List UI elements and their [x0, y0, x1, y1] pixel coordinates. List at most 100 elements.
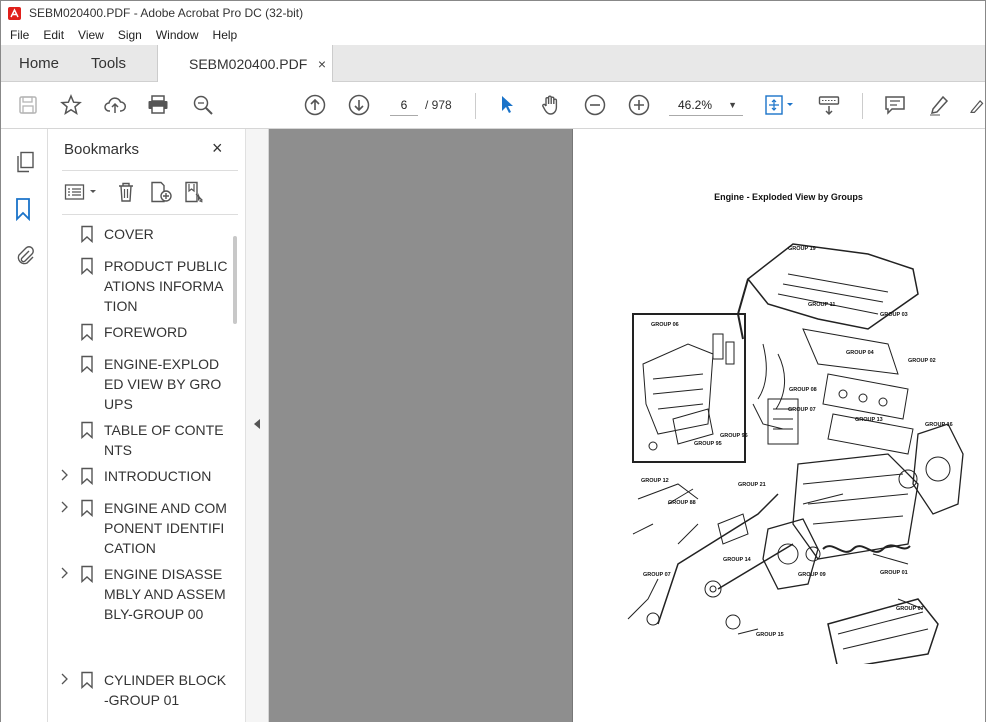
select-cursor-icon[interactable]	[495, 93, 519, 117]
tab-document[interactable]: SEBM020400.PDF ×	[157, 45, 333, 83]
pane-splitter[interactable]	[245, 129, 269, 722]
page-heading: Engine - Exploded View by Groups	[714, 192, 863, 202]
acrobat-app-icon	[7, 6, 21, 20]
window-title: SEBM020400.PDF - Adobe Acrobat Pro DC (3…	[29, 6, 304, 20]
bookmark-icon	[80, 565, 94, 586]
left-navigation-rail	[1, 129, 48, 722]
highlight-pen-icon[interactable]	[927, 93, 951, 117]
next-page-button[interactable]	[347, 93, 371, 117]
zoom-level-value: 46.2%	[678, 98, 713, 112]
group-label: GROUP 01	[880, 570, 908, 576]
bookmarks-close-button[interactable]: ×	[212, 138, 223, 159]
toolbar: 6 / 978 46.2% ▼	[1, 82, 985, 129]
menu-help[interactable]: Help	[206, 28, 245, 42]
bookmark-label: TABLE OF CONTENTS	[104, 422, 224, 458]
group-label: GROUP 08	[789, 387, 817, 393]
draw-pen-icon[interactable]	[967, 93, 985, 117]
zoom-in-button[interactable]	[627, 93, 651, 117]
bookmark-label: ENGINE AND COMPONENT IDENTIFICATION	[104, 500, 227, 556]
group-label: GROUP 07	[788, 407, 816, 413]
group-label: GROUP 16	[925, 422, 953, 428]
group-label: GROUP 04	[846, 350, 875, 356]
menu-file[interactable]: File	[1, 28, 36, 42]
star-icon[interactable]	[59, 93, 83, 117]
group-label: GROUP 88	[668, 500, 696, 506]
new-bookmark-icon[interactable]	[148, 180, 174, 204]
group-label: GROUP 15	[756, 632, 784, 638]
bookmark-icon	[80, 499, 94, 520]
comment-icon[interactable]	[883, 93, 907, 117]
save-icon[interactable]	[16, 93, 40, 117]
chevron-right-icon[interactable]	[60, 501, 72, 516]
group-label: GROUP 03	[880, 312, 908, 318]
bookmark-options-menu-icon[interactable]	[64, 180, 100, 204]
group-label: GROUP 21	[738, 482, 766, 488]
menu-edit[interactable]: Edit	[36, 28, 71, 42]
bookmark-label: PRODUCT PUBLICATIONS INFORMATION	[104, 258, 228, 314]
hand-tool-icon[interactable]	[539, 93, 563, 117]
previous-page-button[interactable]	[303, 93, 327, 117]
chevron-right-icon[interactable]	[60, 673, 72, 688]
find-bookmark-icon[interactable]	[182, 180, 208, 204]
divider	[62, 214, 238, 215]
page-total-label: / 978	[425, 98, 452, 112]
group-label: GROUP 13	[855, 417, 883, 423]
bookmark-label: FOREWORD	[104, 324, 188, 340]
collapse-pane-arrow-icon[interactable]	[254, 419, 260, 429]
page-number-input[interactable]: 6	[390, 94, 418, 116]
chevron-right-icon[interactable]	[60, 469, 72, 484]
bookmark-icon	[80, 323, 94, 344]
tab-document-label: SEBM020400.PDF	[189, 56, 308, 72]
print-icon[interactable]	[146, 93, 170, 117]
menu-view[interactable]: View	[71, 28, 111, 42]
document-viewport[interactable]: Engine - Exploded View by Groups GROUP 1…	[269, 129, 985, 722]
toolbar-divider	[475, 93, 476, 119]
bookmark-icon	[80, 355, 94, 376]
group-label: GROUP 07	[643, 572, 671, 578]
group-label: GROUP 02	[908, 358, 936, 364]
exploded-view-drawing: GROUP 19 GROUP 11 GROUP 03 GROUP 06 GROU…	[627, 243, 964, 664]
delete-bookmark-trash-icon[interactable]	[114, 180, 138, 204]
upload-cloud-icon[interactable]	[103, 93, 127, 117]
page-thumbnails-icon[interactable]	[14, 151, 36, 173]
group-label: GROUP 14	[723, 557, 752, 563]
group-label: GROUP 07	[896, 606, 924, 612]
group-label: GROUP 11	[808, 302, 835, 308]
bookmarks-panel-icon[interactable]	[12, 198, 34, 221]
pdf-page: Engine - Exploded View by Groups GROUP 1…	[572, 129, 985, 722]
bookmark-label: ENGINE DISASSEMBLY AND ASSEMBLY-GROUP 00	[104, 566, 226, 622]
menu-sign[interactable]: Sign	[111, 28, 149, 42]
bookmarks-list: COVER PRODUCT PUBLICATIONS INFORMATION F…	[48, 224, 234, 722]
toolbar-divider	[862, 93, 863, 119]
chevron-right-icon[interactable]	[60, 567, 72, 582]
group-label: GROUP 06	[651, 322, 679, 328]
attachments-paperclip-icon[interactable]	[14, 244, 36, 266]
bookmark-icon	[80, 421, 94, 442]
bookmarks-scrollbar[interactable]	[233, 236, 237, 324]
group-label: GROUP 95	[694, 441, 722, 447]
bookmark-label: ENGINE-EXPLODED VIEW BY GROUPS	[104, 356, 222, 412]
bookmark-label: CYLINDER BLOCK-GROUP 01	[104, 672, 227, 708]
divider	[62, 170, 238, 171]
bookmark-label: INTRODUCTION	[104, 468, 212, 484]
tab-tools[interactable]: Tools	[91, 45, 126, 82]
fit-page-icon[interactable]	[763, 93, 797, 117]
zoom-level-select[interactable]: 46.2% ▼	[669, 94, 743, 116]
bookmarks-panel: Bookmarks × COVER PRODUCT PUBLICATIONS I…	[48, 129, 245, 722]
bookmark-label: COVER	[104, 226, 154, 242]
bookmark-icon	[80, 225, 94, 246]
tab-close-button[interactable]: ×	[318, 56, 326, 72]
zoom-search-icon[interactable]	[191, 93, 215, 117]
group-label: GROUP 19	[788, 246, 816, 252]
chevron-down-icon: ▼	[728, 100, 737, 110]
bookmark-icon	[80, 467, 94, 488]
zoom-out-button[interactable]	[583, 93, 607, 117]
title-bar: SEBM020400.PDF - Adobe Acrobat Pro DC (3…	[1, 1, 985, 25]
tab-home[interactable]: Home	[19, 45, 59, 82]
menu-window[interactable]: Window	[149, 28, 206, 42]
menu-bar: File Edit View Sign Window Help	[1, 25, 985, 45]
group-label: GROUP 12	[641, 478, 669, 484]
bookmarks-panel-title: Bookmarks	[64, 141, 140, 158]
keyboard-scroll-icon[interactable]	[817, 93, 841, 117]
bookmark-icon	[80, 257, 94, 278]
